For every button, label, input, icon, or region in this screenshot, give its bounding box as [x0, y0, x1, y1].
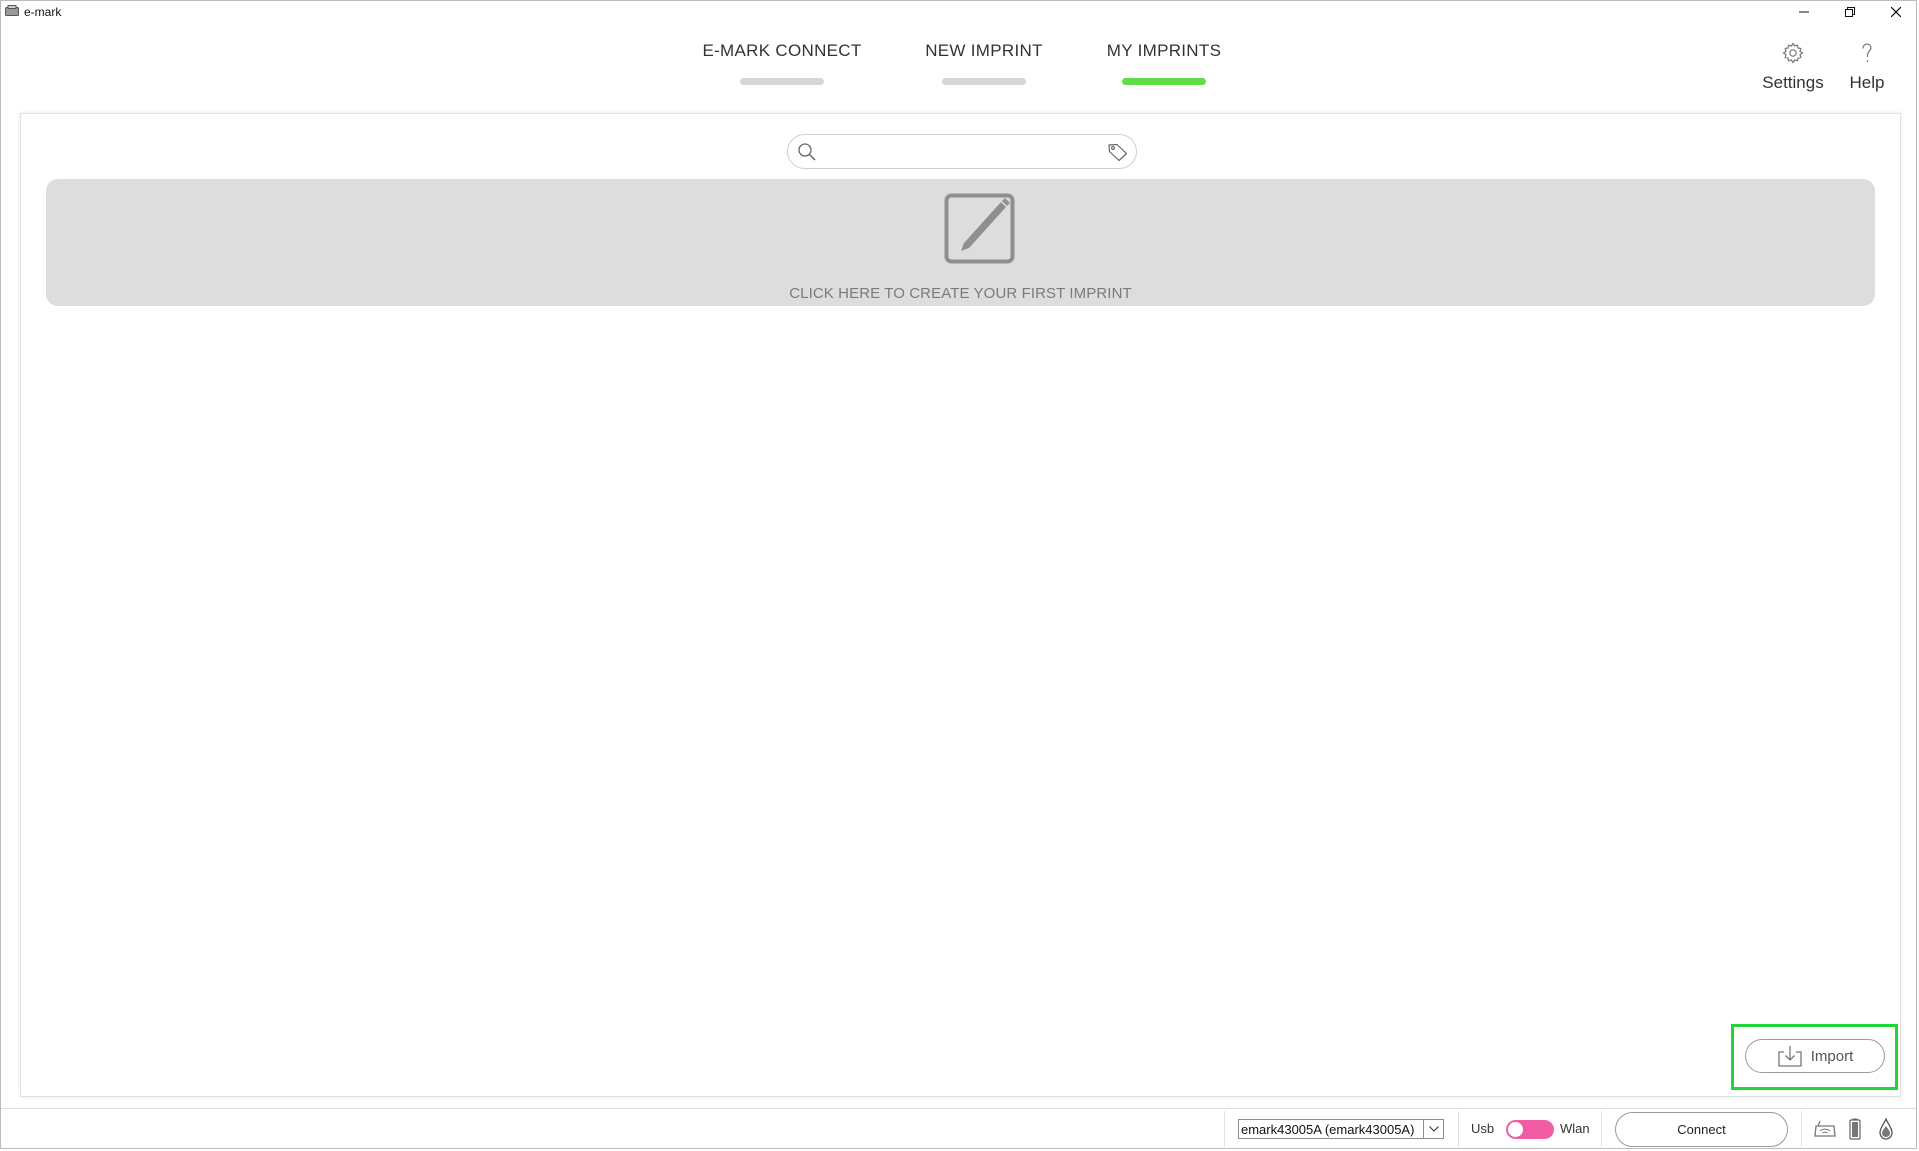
import-label: Import [1810, 1047, 1854, 1065]
import-icon [1778, 1046, 1802, 1067]
status-separator [1224, 1111, 1225, 1147]
search-box [787, 134, 1137, 169]
chevron-down-icon [1428, 1126, 1439, 1132]
minimize-button[interactable] [1781, 1, 1827, 23]
ink-drop-icon [1879, 1118, 1893, 1140]
tag-icon[interactable] [1108, 143, 1128, 161]
app-logo-icon [5, 5, 19, 16]
create-first-imprint-banner[interactable]: CLICK HERE TO CREATE YOUR FIRST IMPRINT [46, 179, 1875, 306]
app-window: e-mark E-MARK CONNECT NEW IMPRINT MY IMP… [0, 0, 1917, 1149]
create-first-imprint-text: CLICK HERE TO CREATE YOUR FIRST IMPRINT [789, 285, 1132, 302]
device-dropdown[interactable] [1423, 1120, 1443, 1138]
restore-button[interactable] [1827, 1, 1873, 23]
settings-button[interactable]: Settings [1753, 41, 1833, 93]
tab-my-imprints[interactable]: MY IMPRINTS [1101, 41, 1227, 85]
minimize-icon [1799, 11, 1809, 13]
status-separator [1801, 1111, 1802, 1147]
help-button[interactable]: Help [1841, 41, 1893, 93]
search-input[interactable] [824, 139, 1098, 166]
printer-status-icon [1814, 1120, 1836, 1137]
tab-new-imprint-label: NEW IMPRINT [925, 41, 1043, 60]
tab-new-imprint-indicator [942, 78, 1026, 85]
search-icon[interactable] [797, 142, 817, 162]
usb-wlan-toggle[interactable] [1506, 1120, 1554, 1139]
title-bar: e-mark [1, 1, 1916, 23]
close-icon [1891, 7, 1901, 17]
status-separator [1458, 1111, 1459, 1147]
device-select[interactable]: emark43005A (emark43005A) [1238, 1119, 1444, 1139]
gear-icon [1782, 42, 1804, 64]
settings-label: Settings [1762, 73, 1824, 92]
wlan-label: Wlan [1560, 1121, 1590, 1136]
toggle-knob [1508, 1122, 1523, 1137]
edit-icon [944, 193, 1015, 264]
tab-my-imprints-label: MY IMPRINTS [1106, 41, 1222, 60]
device-select-value: emark43005A (emark43005A) [1241, 1122, 1415, 1137]
usb-label: Usb [1471, 1121, 1495, 1136]
import-button[interactable]: Import [1745, 1039, 1885, 1073]
connect-button[interactable]: Connect [1615, 1112, 1788, 1147]
restore-icon [1845, 7, 1855, 17]
tab-my-imprints-indicator [1122, 78, 1206, 85]
close-button[interactable] [1873, 1, 1919, 23]
tab-new-imprint[interactable]: NEW IMPRINT [921, 41, 1047, 85]
question-mark-icon [1862, 43, 1872, 62]
tab-emark-connect[interactable]: E-MARK CONNECT [699, 41, 865, 85]
battery-icon [1849, 1118, 1861, 1140]
tab-emark-connect-indicator [740, 78, 824, 85]
status-separator [1601, 1111, 1602, 1147]
tab-emark-connect-label: E-MARK CONNECT [702, 41, 862, 60]
window-title: e-mark [24, 5, 62, 19]
imprints-panel: CLICK HERE TO CREATE YOUR FIRST IMPRINT … [20, 113, 1901, 1097]
help-label: Help [1849, 73, 1885, 92]
